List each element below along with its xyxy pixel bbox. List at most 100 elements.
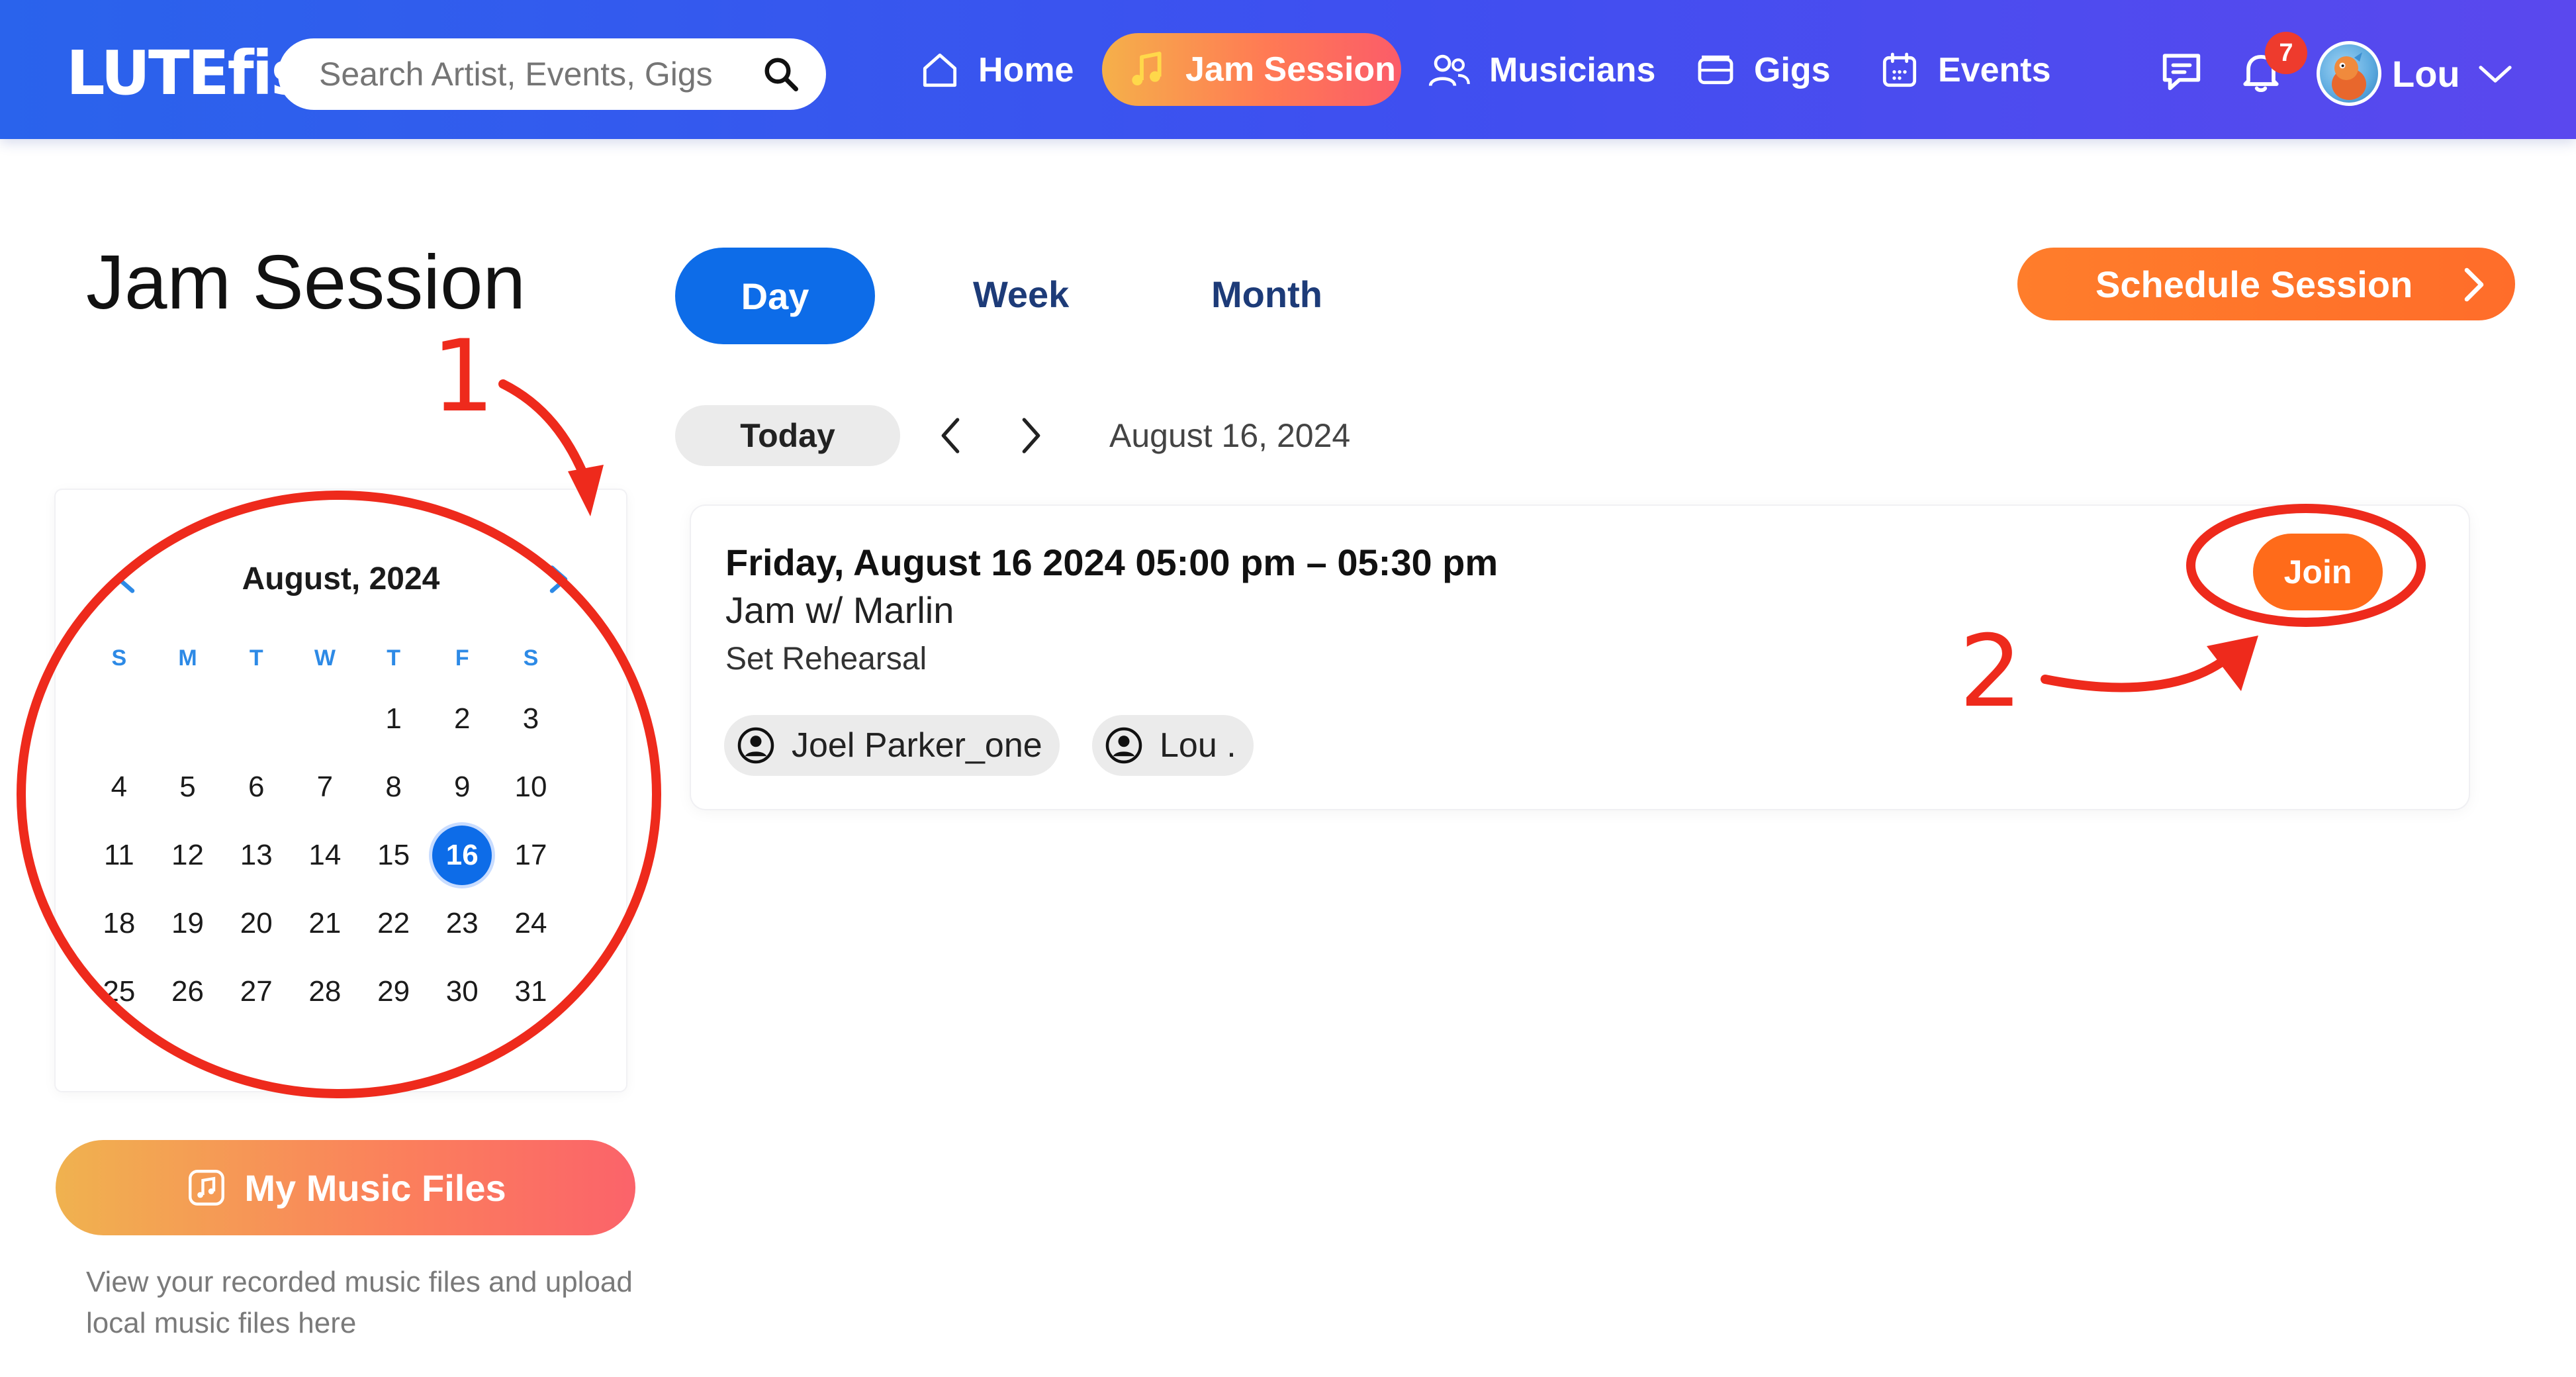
calendar-day[interactable]: 21	[291, 907, 359, 940]
calendar-day[interactable]: 28	[291, 975, 359, 1008]
chevron-down-icon[interactable]	[2477, 61, 2514, 87]
calendar-day-selected[interactable]: 16	[428, 825, 496, 885]
weekday-label: M	[178, 645, 197, 671]
calendar-day[interactable]: 31	[496, 975, 565, 1008]
home-icon	[923, 53, 957, 87]
calendar-day[interactable]: 5	[154, 771, 222, 804]
search-icon[interactable]	[761, 54, 801, 94]
next-day-icon[interactable]	[1017, 414, 1046, 457]
annotation-step-2: 2	[1959, 614, 2023, 730]
nav-jam-session[interactable]: Jam Session	[1102, 33, 1401, 106]
calendar-day[interactable]: 14	[291, 839, 359, 872]
chat-icon[interactable]	[2156, 46, 2207, 97]
search-bar[interactable]: Search Artist, Events, Gigs	[278, 38, 826, 110]
nav-gigs[interactable]: Gigs	[1694, 34, 1831, 106]
calendar-week-row: 11 12 13 14 15 16 17	[85, 821, 565, 889]
calendar-day-number: 13	[240, 838, 273, 871]
nav-musicians[interactable]: Musicians	[1427, 34, 1655, 106]
schedule-session-label: Schedule Session	[2095, 263, 2413, 305]
calendar-next-month-icon[interactable]	[545, 563, 572, 596]
calendar-day-number: 7	[316, 770, 334, 803]
calendar-day[interactable]: 12	[154, 839, 222, 872]
calendar-day-number: 14	[308, 838, 342, 871]
calendar-day[interactable]: 22	[359, 907, 428, 940]
nav-home-label: Home	[978, 51, 1074, 89]
weekday-label: S	[111, 645, 127, 671]
calendar-day-number: 2	[454, 702, 471, 735]
participant-chip[interactable]: Lou .	[1092, 715, 1254, 776]
calendar-day[interactable]: 20	[222, 907, 291, 940]
nav-events-label: Events	[1938, 51, 2051, 89]
notification-count-badge: 7	[2265, 32, 2307, 74]
calendar-day[interactable]: 8	[359, 771, 428, 804]
calendar-day[interactable]: 3	[496, 702, 565, 736]
nav-home[interactable]: Home	[919, 34, 1074, 106]
top-navigation-bar: LUTEfish Search Artist, Events, Gigs Hom…	[0, 0, 2576, 139]
calendar-day[interactable]: 23	[428, 907, 496, 940]
calendar-day[interactable]: 1	[359, 702, 428, 736]
weekday-label: T	[387, 645, 400, 671]
user-avatar-image	[2332, 52, 2366, 100]
my-music-files-button[interactable]: My Music Files	[56, 1140, 635, 1235]
calendar-day[interactable]: 11	[85, 839, 154, 872]
annotation-step-1: 1	[432, 319, 495, 434]
calendar-day[interactable]: 29	[359, 975, 428, 1008]
calendar-day[interactable]: 7	[291, 771, 359, 804]
nav-gigs-label: Gigs	[1754, 51, 1831, 89]
user-name[interactable]: Lou	[2392, 48, 2460, 101]
calendar-day-number: 1	[385, 702, 402, 735]
calendar-day[interactable]: 15	[359, 839, 428, 872]
mini-calendar: August, 2024 S M T W T F S 1 2 3 4 5 6 7 8 9 10 11…	[56, 490, 626, 1091]
calendar-day-number: 22	[377, 906, 410, 939]
previous-day-icon[interactable]	[936, 414, 965, 457]
calendar-day[interactable]: 4	[85, 771, 154, 804]
calendar-day[interactable]: 9	[428, 771, 496, 804]
avatar[interactable]	[2317, 41, 2381, 106]
calendar-day-number: 24	[514, 906, 547, 939]
calendar-day[interactable]: 24	[496, 907, 565, 940]
calendar-day-number: 5	[179, 770, 196, 803]
users-icon	[1428, 54, 1470, 87]
calendar-day[interactable]: 30	[428, 975, 496, 1008]
calendar-day[interactable]: 19	[154, 907, 222, 940]
calendar-day-number: 16	[432, 825, 492, 885]
calendar-day[interactable]: 25	[85, 975, 154, 1008]
schedule-session-button[interactable]: Schedule Session	[2017, 248, 2515, 320]
session-card[interactable]: Friday, August 16 2024 05:00 pm – 05:30 …	[691, 506, 2469, 809]
search-input[interactable]: Search Artist, Events, Gigs	[319, 55, 761, 93]
join-button[interactable]: Join	[2253, 534, 2383, 610]
tab-month[interactable]: Month	[1211, 271, 1322, 318]
nav-musicians-label: Musicians	[1489, 51, 1656, 89]
calendar-day-number: 4	[111, 770, 128, 803]
annotation-arrow-1	[498, 379, 592, 489]
calendar-day[interactable]: 27	[222, 975, 291, 1008]
calendar-day-number: 25	[103, 974, 136, 1008]
calendar-day[interactable]: 13	[222, 839, 291, 872]
session-title: Jam w/ Marlin	[725, 589, 954, 631]
calendar-day-number: 27	[240, 974, 273, 1008]
tab-day[interactable]: Day	[675, 248, 875, 344]
calendar-day[interactable]: 26	[154, 975, 222, 1008]
participant-name: Joel Parker_one	[792, 726, 1042, 765]
calendar-day[interactable]: 6	[222, 771, 291, 804]
calendar-day-number: 3	[522, 702, 539, 735]
participant-chip[interactable]: Joel Parker_one	[724, 715, 1060, 776]
calendar-day-number: 6	[248, 770, 265, 803]
tab-week[interactable]: Week	[973, 271, 1069, 318]
calendar-day-number: 11	[104, 838, 134, 871]
chevron-right-icon	[2464, 267, 2484, 302]
calendar-day[interactable]: 17	[496, 839, 565, 872]
calendar-week-row: 18 19 20 21 22 23 24	[85, 889, 565, 957]
current-date-label: August 16, 2024	[1109, 417, 1351, 454]
user-circle-icon	[737, 727, 774, 764]
calendar-day-number: 8	[385, 770, 402, 803]
calendar-weeks: 1 2 3 4 5 6 7 8 9 10 11 12 13 14 15 16 17 18 19 20 21 22 23 24 2…	[85, 685, 565, 1025]
calendar-day[interactable]: 10	[496, 771, 565, 804]
calendar-day[interactable]: 2	[428, 702, 496, 736]
today-button[interactable]: Today	[675, 405, 900, 466]
calendar-day-number: 19	[171, 906, 204, 939]
my-music-files-label: My Music Files	[244, 1166, 506, 1209]
calendar-day[interactable]: 18	[85, 907, 154, 940]
weekday-label: T	[249, 645, 263, 671]
nav-events[interactable]: Events	[1878, 34, 2051, 106]
